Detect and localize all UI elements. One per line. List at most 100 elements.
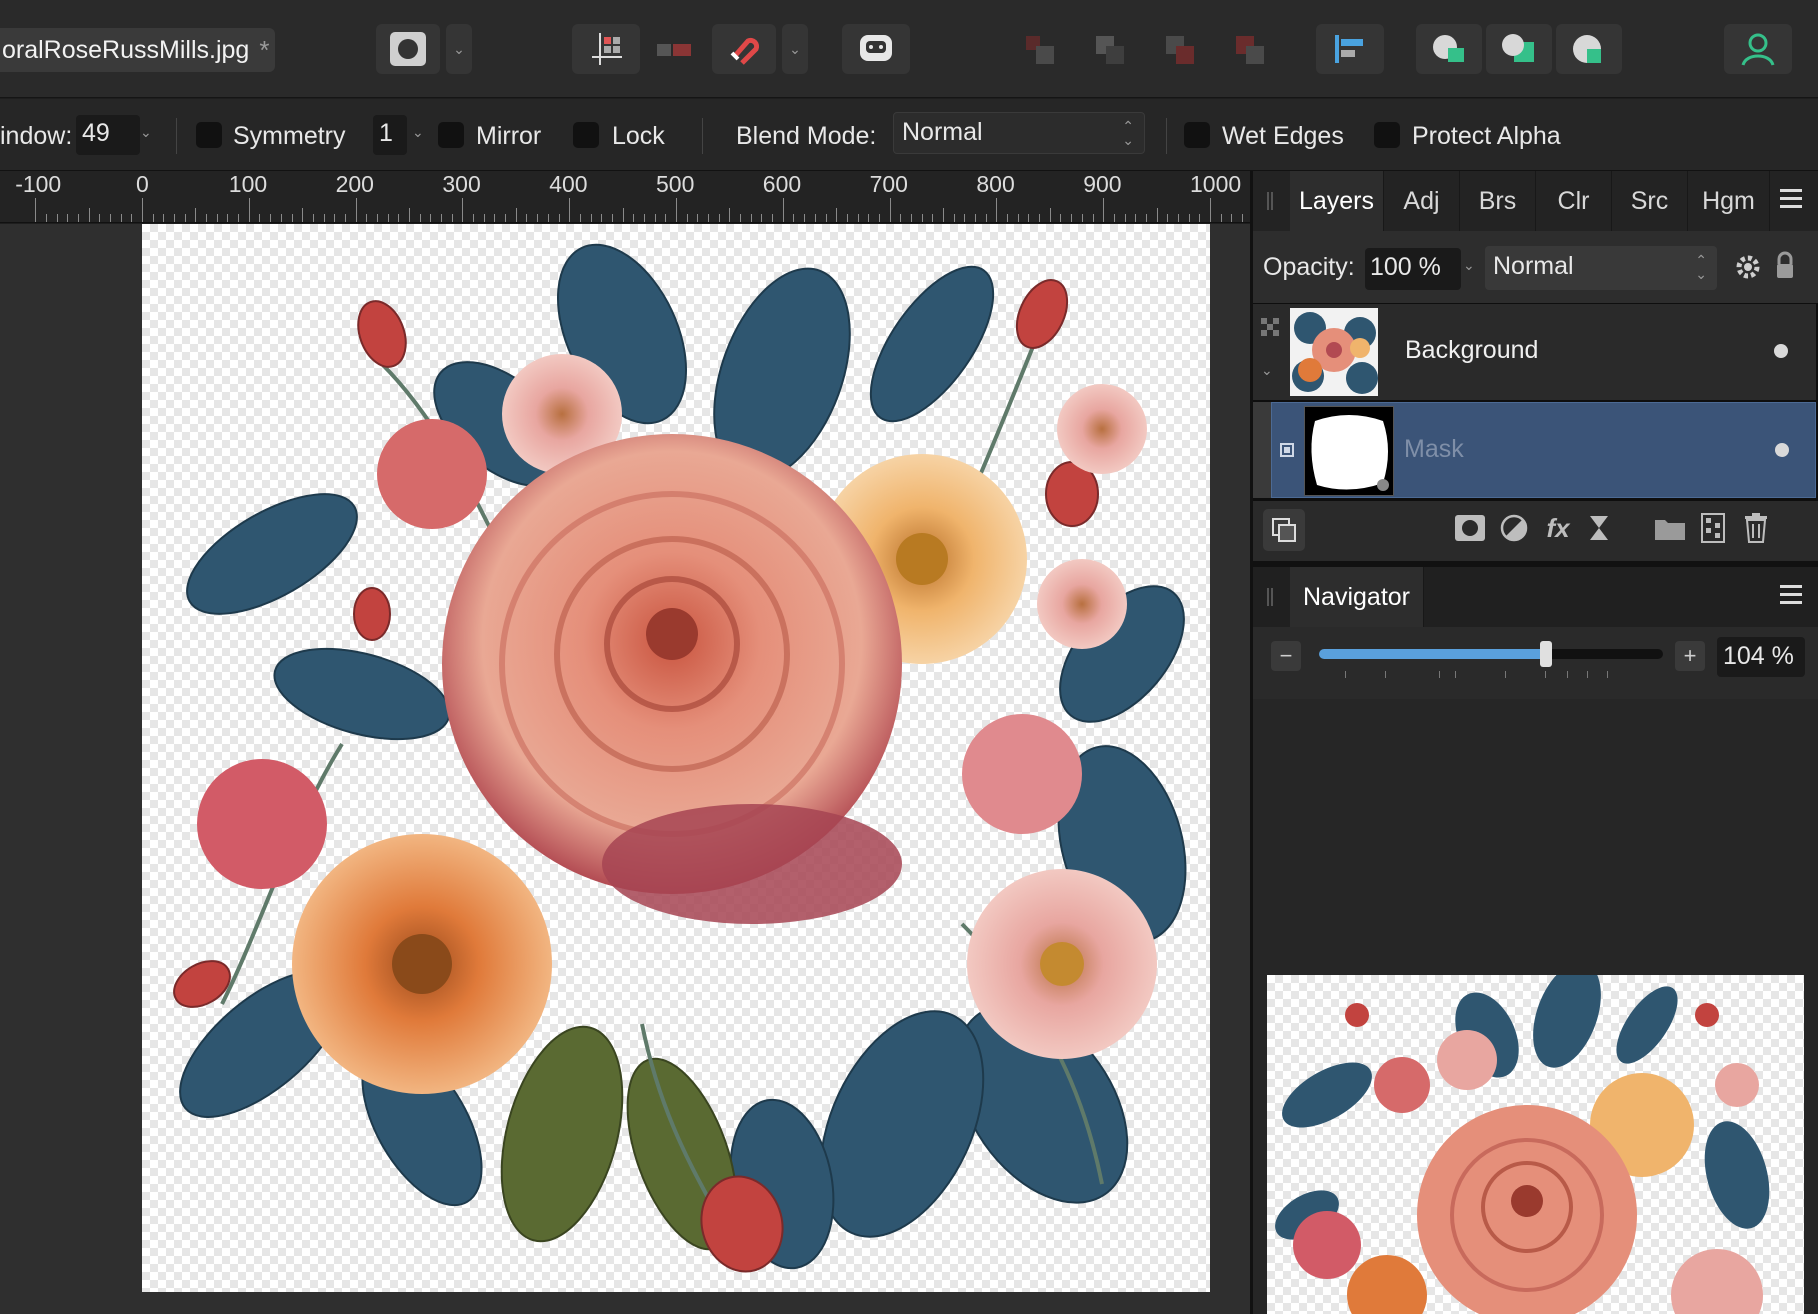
layer-visible-dot[interactable] [1775,443,1789,457]
ruler-label: 300 [442,171,481,197]
panel-menu-icon[interactable] [1780,585,1802,605]
panel-grip-handle[interactable] [1267,192,1273,210]
wet-edges-checkbox[interactable] [1184,122,1210,148]
ruler-tick [846,214,848,222]
chevron-down-icon: ⌄ [789,40,801,57]
ruler-tick [152,214,154,222]
zoom-tick [1345,671,1346,678]
arrange-front-icon [1236,36,1264,64]
opacity-field[interactable]: 100 % [1365,248,1461,290]
insert-top-button[interactable] [1556,24,1622,74]
window-dropdown[interactable]: ⌄ [140,124,152,141]
arrange-front-button[interactable] [1230,30,1270,70]
arrange-backward-button[interactable] [1090,30,1130,70]
ruler-tick [654,214,656,222]
document-canvas[interactable] [142,224,1210,1292]
fx-icon: fx [1546,512,1570,543]
panel-grip-handle[interactable] [1267,588,1273,606]
tab-adj[interactable]: Adj [1384,171,1460,231]
layer-row-background[interactable]: ⌄ Background [1253,304,1816,400]
snapping-button[interactable] [572,24,640,74]
ruler-tick [996,198,998,222]
ruler-tick [163,214,165,222]
select-arrows-icon: ⌃ ⌄ [1695,252,1707,282]
ruler-label: -100 [15,171,62,197]
arrange-back-button[interactable] [1020,30,1060,70]
brush-mode-button[interactable] [376,24,440,74]
ruler-tick [462,198,464,222]
canvas-area[interactable] [0,224,1250,1314]
protect-alpha-checkbox[interactable] [1374,122,1400,148]
tab-brs[interactable]: Brs [1460,171,1536,231]
layer-blend-select[interactable]: Normal ⌃ ⌄ [1485,246,1717,290]
ruler-tick [1103,198,1105,222]
tab-hgm[interactable]: Hgm [1688,171,1770,231]
ruler-tick [889,198,891,222]
force-pixel-dropdown[interactable]: ⌄ [782,24,808,74]
layer-visibility-checker-icon[interactable] [1261,318,1279,336]
insert-inside-button[interactable] [1416,24,1482,74]
ruler-label: 1000 [1190,171,1242,197]
mask-link-icon[interactable] [1280,443,1294,457]
ruler-tick [1177,214,1179,222]
ruler-tick [569,198,571,222]
tab-clr[interactable]: Clr [1536,171,1612,231]
tab-layers[interactable]: Layers [1290,171,1384,231]
live-filter-button[interactable] [1579,508,1619,548]
tab-navigator[interactable]: Navigator [1290,567,1424,627]
mirror-checkbox[interactable] [438,122,464,148]
ruler-tick [238,214,240,222]
opacity-dropdown[interactable]: ⌄ [1463,257,1475,274]
layer-visible-dot[interactable] [1774,344,1788,358]
add-mask-button[interactable] [1450,508,1490,548]
floral-artwork [173,243,1187,1273]
window-field[interactable]: 49 [76,115,140,155]
zoom-in-button[interactable]: + [1675,641,1705,671]
lock-icon[interactable] [1775,251,1795,281]
zoom-tick [1505,671,1506,678]
lock-checkbox[interactable] [573,122,599,148]
persona-button[interactable] [842,24,910,74]
symmetry-dropdown[interactable]: ⌄ [412,124,424,141]
fx-button[interactable]: fx [1538,508,1578,548]
layer-name: Mask [1404,435,1464,463]
zoom-slider-handle[interactable] [1540,641,1553,667]
document-tab[interactable]: oralRoseRussMills.jpg * [0,28,275,72]
align-button[interactable] [1316,24,1384,74]
delete-layer-button[interactable] [1736,508,1776,548]
force-pixel-button[interactable] [712,24,776,74]
symmetry-count-field[interactable]: 1 [373,115,407,155]
assistant-button[interactable] [655,30,695,70]
adjustment-button[interactable] [1494,508,1534,548]
navigator-preview[interactable] [1267,975,1804,1314]
account-button[interactable] [1724,24,1792,74]
ruler-tick [708,214,710,222]
zoom-slider-fill [1319,649,1547,659]
ruler-tick [430,214,432,222]
ruler-tick [1017,214,1019,222]
gear-icon[interactable] [1735,254,1761,280]
add-pixel-layer-button[interactable] [1693,508,1733,548]
zoom-slider[interactable] [1319,641,1663,667]
zoom-tick [1607,671,1608,678]
modified-marker: * [259,34,270,65]
ruler-tick [1231,214,1233,222]
zoom-tick [1567,671,1568,678]
chevron-down-icon[interactable]: ⌄ [1261,362,1273,379]
tab-src[interactable]: Src [1612,171,1688,231]
zoom-out-button[interactable]: − [1271,641,1301,671]
add-group-button[interactable] [1650,508,1690,548]
arrange-forward-button[interactable] [1160,30,1200,70]
brush-mode-dropdown[interactable]: ⌄ [446,24,472,74]
protect-alpha-label: Protect Alpha [1412,122,1561,150]
ruler-tick [782,198,784,222]
zoom-field[interactable]: 104 % [1717,637,1805,677]
layer-row-mask[interactable]: Mask [1271,402,1816,498]
ruler-tick [878,214,880,222]
ruler-tick [665,214,667,222]
symmetry-checkbox[interactable] [196,122,222,148]
panel-menu-icon[interactable] [1780,189,1802,209]
ruler-tick [409,208,410,222]
insert-behind-button[interactable] [1486,24,1552,74]
blend-mode-select[interactable]: Normal ⌃ ⌄ [893,112,1145,154]
